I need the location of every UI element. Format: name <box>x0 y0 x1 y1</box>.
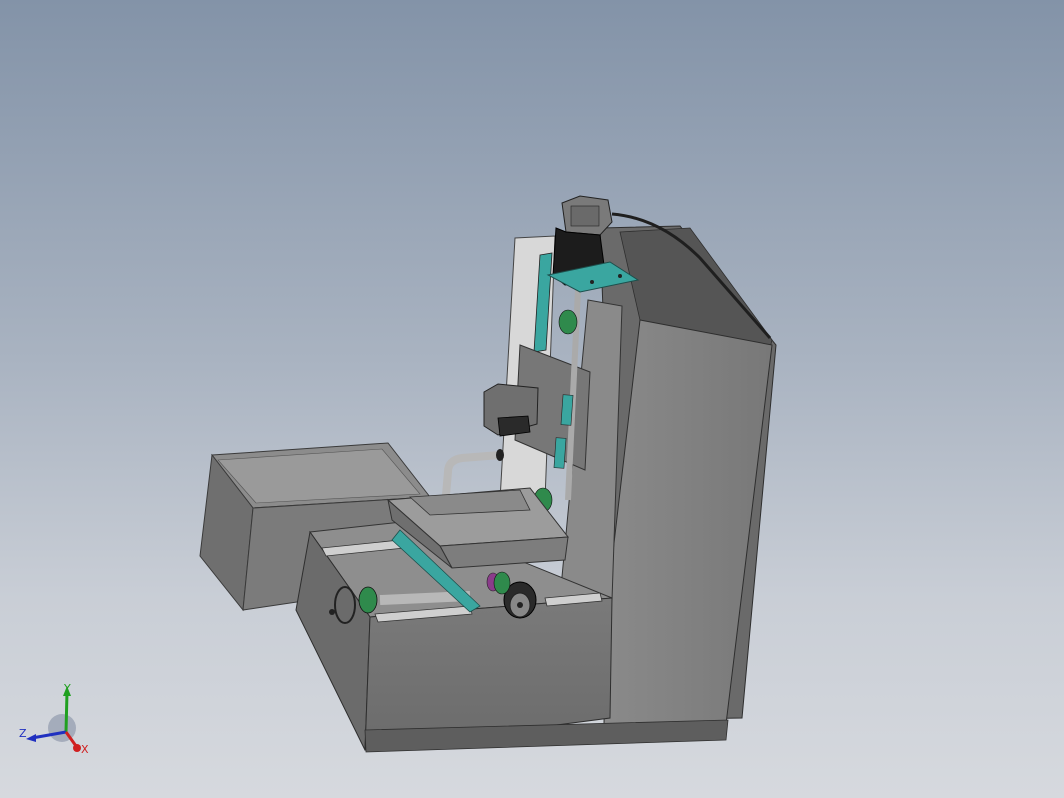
triad-x-label: X <box>81 743 89 756</box>
triad-y-label: Y <box>63 682 71 695</box>
machine-column[interactable] <box>599 212 777 725</box>
cnc-machine-model[interactable] <box>0 0 1064 798</box>
coordinate-triad: Y Z X <box>19 682 89 756</box>
triad-y-axis <box>64 691 69 733</box>
triad-z-label: Z <box>19 727 27 740</box>
graphics-viewport[interactable]: Y Z X <box>0 0 1064 798</box>
